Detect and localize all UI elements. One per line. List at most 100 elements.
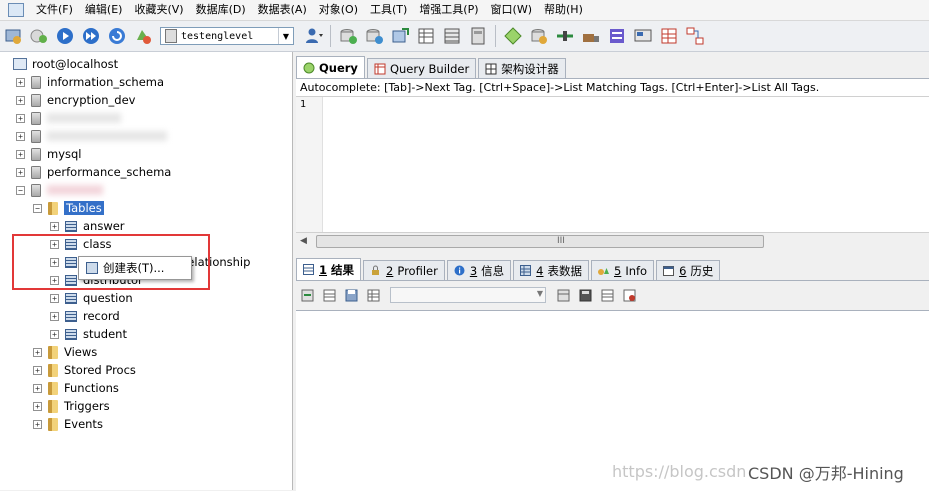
expand-icon[interactable]: +: [33, 419, 42, 429]
menu-tools[interactable]: 工具(T): [364, 0, 413, 20]
data-sync-icon[interactable]: [528, 25, 550, 47]
menu-favorites[interactable]: 收藏夹(V): [128, 0, 189, 20]
tab-result[interactable]: 1 结果: [296, 258, 362, 280]
tree-table-class[interactable]: + class: [50, 235, 112, 253]
expand-icon[interactable]: +: [50, 221, 59, 231]
menu-power-tools[interactable]: 增强工具(P): [413, 0, 484, 20]
scroll-left-icon[interactable]: ◀: [300, 236, 307, 246]
tab-query-builder[interactable]: Query Builder: [366, 58, 477, 78]
backup-icon[interactable]: [337, 25, 359, 47]
new-connection-icon[interactable]: [2, 25, 24, 47]
collapse-icon[interactable]: −: [33, 203, 42, 213]
tab-info[interactable]: 5 Info: [591, 260, 655, 280]
execute-all-icon[interactable]: [80, 25, 102, 47]
expand-icon[interactable]: +: [16, 149, 25, 159]
menu-file[interactable]: 文件(F): [30, 0, 79, 20]
export-table-icon[interactable]: [415, 25, 437, 47]
scrollbar-thumb[interactable]: III: [316, 235, 764, 248]
console-icon[interactable]: [632, 25, 654, 47]
expand-icon[interactable]: +: [16, 113, 25, 123]
expand-icon[interactable]: +: [16, 95, 25, 105]
expand-icon[interactable]: +: [16, 167, 25, 177]
expand-icon[interactable]: +: [33, 383, 42, 393]
expand-icon[interactable]: +: [33, 347, 42, 357]
tree-folder-stored-procs[interactable]: + Stored Procs: [33, 361, 136, 379]
connection-manager-icon[interactable]: [28, 25, 50, 47]
create-table-icon: [86, 262, 98, 274]
grid-view-icon[interactable]: [441, 25, 463, 47]
tree-db-information-schema[interactable]: + information_schema: [16, 73, 164, 91]
menu-edit[interactable]: 编辑(E): [79, 0, 129, 20]
editor-horizontal-scrollbar[interactable]: ◀ III: [296, 232, 929, 249]
menu-help[interactable]: 帮助(H): [538, 0, 589, 20]
tab-schema-designer[interactable]: 架构设计器: [478, 58, 566, 78]
result-select[interactable]: ▼: [390, 287, 546, 303]
chevron-down-icon[interactable]: ▼: [537, 289, 543, 298]
save-result-icon[interactable]: [343, 287, 359, 303]
form-view-icon[interactable]: [467, 25, 489, 47]
expand-icon[interactable]: +: [33, 365, 42, 375]
import-icon[interactable]: [389, 25, 411, 47]
tree-folder-triggers[interactable]: + Triggers: [33, 397, 110, 415]
expand-icon[interactable]: +: [50, 329, 59, 339]
expand-icon[interactable]: +: [33, 401, 42, 411]
tab-table-data[interactable]: 4 表数据: [513, 260, 589, 280]
restore-icon[interactable]: [363, 25, 385, 47]
tree-folder-tables[interactable]: − Tables: [33, 199, 104, 217]
expand-icon[interactable]: +: [16, 131, 25, 141]
copy-result-icon[interactable]: [321, 287, 337, 303]
tree-db-redacted[interactable]: +: [16, 127, 167, 145]
query-editor[interactable]: 1: [296, 96, 929, 233]
table-label: class: [83, 237, 112, 251]
expand-icon[interactable]: +: [50, 293, 59, 303]
user-manager-icon[interactable]: [302, 25, 324, 47]
database-select[interactable]: testenglevel ▼: [160, 27, 294, 45]
expand-icon[interactable]: +: [50, 275, 59, 285]
tab-query[interactable]: Query: [296, 56, 365, 78]
refresh-icon[interactable]: [106, 25, 128, 47]
expand-icon[interactable]: +: [50, 239, 59, 249]
query-builder-icon[interactable]: [606, 25, 628, 47]
schema-sync-icon[interactable]: [132, 25, 154, 47]
menu-object[interactable]: 对象(O): [313, 0, 364, 20]
menu-table[interactable]: 数据表(A): [252, 0, 313, 20]
schema-designer-icon[interactable]: [684, 25, 706, 47]
execute-query-icon[interactable]: [54, 25, 76, 47]
scheduler-icon[interactable]: [502, 25, 524, 47]
tree-table-record[interactable]: + record: [50, 307, 120, 325]
schema-compare-icon[interactable]: [554, 25, 576, 47]
collapse-icon[interactable]: −: [16, 185, 25, 195]
result-filter-icon[interactable]: [555, 287, 571, 303]
expand-icon[interactable]: +: [16, 77, 25, 87]
tree-db-mysql[interactable]: + mysql: [16, 145, 82, 163]
migration-icon[interactable]: [580, 25, 602, 47]
database-icon: [31, 183, 41, 197]
tab-profiler[interactable]: 2 Profiler: [363, 260, 445, 280]
tree-folder-functions[interactable]: + Functions: [33, 379, 119, 397]
tree-folder-views[interactable]: + Views: [33, 343, 97, 361]
tree-db-expanded[interactable]: −: [16, 181, 103, 199]
tree-table-answer[interactable]: + answer: [50, 217, 125, 235]
result-save-icon[interactable]: [577, 287, 593, 303]
menu-database[interactable]: 数据库(D): [190, 0, 252, 20]
expand-icon[interactable]: +: [50, 257, 59, 267]
context-menu-create-table[interactable]: 创建表(T)...: [103, 260, 164, 276]
tree-db-redacted[interactable]: +: [16, 109, 121, 127]
tree-folder-events[interactable]: + Events: [33, 415, 103, 433]
tab-history[interactable]: 6 历史: [656, 260, 721, 280]
tree-table-question[interactable]: + question: [50, 289, 133, 307]
tree-table-student[interactable]: + student: [50, 325, 127, 343]
export-result-icon[interactable]: [299, 287, 315, 303]
chevron-down-icon[interactable]: ▼: [278, 28, 293, 44]
tree-root[interactable]: root@localhost: [13, 55, 118, 73]
tree-db-encryption-dev[interactable]: + encryption_dev: [16, 91, 135, 109]
tree-db-performance-schema[interactable]: + performance_schema: [16, 163, 171, 181]
menu-window[interactable]: 窗口(W): [485, 0, 538, 20]
result-refresh-icon[interactable]: [621, 287, 637, 303]
expand-icon[interactable]: +: [50, 311, 59, 321]
toolbar-divider: [495, 25, 496, 47]
table-diagnostics-icon[interactable]: [658, 25, 680, 47]
result-grid-icon[interactable]: [365, 287, 381, 303]
tab-messages[interactable]: 3 信息: [446, 260, 512, 280]
result-export-icon[interactable]: [599, 287, 615, 303]
